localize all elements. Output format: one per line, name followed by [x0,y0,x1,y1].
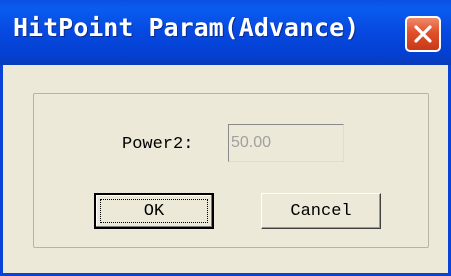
close-button[interactable] [405,16,441,52]
power2-input[interactable] [228,124,344,162]
close-icon [414,25,432,43]
window-title: HitPoint Param(Advance) [13,13,360,42]
power2-label: Power2: [122,135,194,154]
ok-button[interactable]: OK [94,193,214,229]
focus-ring [100,199,208,223]
title-bar[interactable]: HitPoint Param(Advance) [0,0,451,65]
cancel-button[interactable]: Cancel [261,193,381,229]
cancel-button-label: Cancel [290,201,352,221]
